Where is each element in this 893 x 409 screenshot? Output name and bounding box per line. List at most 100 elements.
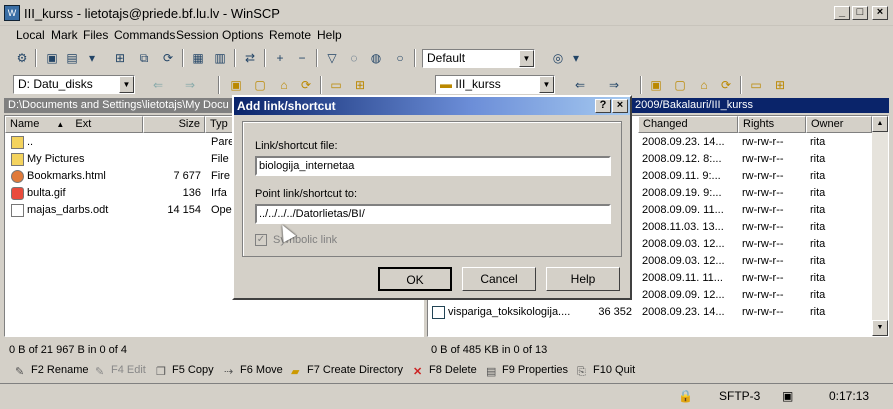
queue-list-icon[interactable]: ▥ <box>210 49 230 67</box>
link-file-label: Link/shortcut file: <box>255 140 338 152</box>
owner-cell: rita <box>810 272 826 284</box>
dialog-close-icon[interactable]: × <box>612 99 628 113</box>
cancel-button[interactable]: Cancel <box>462 267 536 291</box>
col-owner[interactable]: Owner <box>806 116 872 133</box>
tree-icon[interactable]: ⊞ <box>350 76 370 94</box>
tree-icon[interactable]: ⊞ <box>770 76 790 94</box>
rights-cell: rw-rw-r-- <box>742 187 784 199</box>
f2-rename-button[interactable]: ✎ F2 Rename <box>15 362 88 378</box>
refresh-icon[interactable]: ⟳ <box>158 49 178 67</box>
col-name[interactable]: Name ▲ Ext <box>5 116 143 133</box>
f8-delete-button[interactable]: ✕ F8 Delete <box>413 362 477 378</box>
list-item[interactable]: Bookmarks.html <box>11 168 106 185</box>
list-item[interactable]: .. <box>11 134 33 151</box>
link-file-input[interactable]: biologija_internetaa <box>255 156 611 176</box>
f5-copy-button[interactable]: ❐ F5 Copy <box>156 362 214 378</box>
scroll-up-arrow[interactable]: ▲ <box>872 116 888 132</box>
back-icon[interactable]: ⇐ <box>148 76 168 94</box>
chevron-down-icon[interactable]: ▼ <box>539 76 554 93</box>
home-icon[interactable]: ⌂ <box>694 76 714 94</box>
terminal-dropdown-icon[interactable]: ▾ <box>82 49 102 67</box>
owner-cell: rita <box>810 153 826 165</box>
owner-cell: rita <box>810 289 826 301</box>
link-target-input[interactable]: ../../../../Datorlietas/BI/ <box>255 204 611 224</box>
f9-properties-button[interactable]: ▤ F9 Properties <box>486 362 568 378</box>
root-dir-icon[interactable]: ▢ <box>250 76 270 94</box>
list-item[interactable]: bulta.gif <box>11 185 66 202</box>
col-size[interactable]: Size <box>143 116 205 133</box>
home-icon[interactable]: ⌂ <box>274 76 294 94</box>
symbolic-link-checkbox[interactable]: ✓ <box>255 234 267 246</box>
col-changed[interactable]: Changed <box>638 116 738 133</box>
close-window-button[interactable]: × <box>872 6 888 20</box>
queue-icon[interactable]: ▦ <box>188 49 208 67</box>
parent-dir-icon[interactable]: ▣ <box>226 76 246 94</box>
transfer-settings-combo[interactable]: Default ▼ <box>422 49 535 68</box>
chevron-down-icon[interactable]: ▼ <box>119 76 134 93</box>
irfanview-icon <box>11 186 24 200</box>
col-rights[interactable]: Rights <box>738 116 806 133</box>
list-item[interactable]: My Pictures <box>11 151 84 168</box>
root-dir-icon[interactable]: ▢ <box>670 76 690 94</box>
synchronize-icon[interactable]: ⧉ <box>134 49 154 67</box>
terminal-icon[interactable]: ▤ <box>62 49 82 67</box>
rights-cell: rw-rw-r-- <box>742 221 784 233</box>
remote-dir-combo[interactable]: ▬ III_kurss ▼ <box>435 75 555 94</box>
refresh-icon[interactable]: ⟳ <box>716 76 736 94</box>
dialog-help-icon[interactable]: ? <box>595 99 611 113</box>
back-icon[interactable]: ⇐ <box>570 76 590 94</box>
invert-icon[interactable]: ◍ <box>366 49 386 67</box>
globe-dropdown-icon[interactable]: ▾ <box>566 49 586 67</box>
menu-mark[interactable]: Mark <box>51 28 78 42</box>
minimize-button[interactable]: _ <box>834 6 850 20</box>
select-remove-icon[interactable]: − <box>292 49 312 67</box>
f10-quit-button[interactable]: ⎘ F10 Quit <box>577 362 635 378</box>
menu-session[interactable]: Session <box>176 28 219 42</box>
forward-icon[interactable]: ⇒ <box>180 76 200 94</box>
ok-button[interactable]: OK <box>378 267 452 291</box>
local-drive-combo[interactable]: D: Datu_disks ▼ <box>13 75 135 94</box>
open-folder-icon[interactable]: ▭ <box>746 76 766 94</box>
file-type: Irfa <box>211 187 227 199</box>
clear-icon[interactable]: ○ <box>390 49 410 67</box>
compare-dirs-icon[interactable]: ⊞ <box>110 49 130 67</box>
select-add-icon[interactable]: + <box>270 49 290 67</box>
scroll-down-arrow[interactable]: ▼ <box>872 320 888 336</box>
globe-icon[interactable]: ◎ <box>548 49 568 67</box>
owner-cell: rita <box>810 170 826 182</box>
list-item[interactable]: majas_darbs.odt <box>11 202 108 219</box>
list-item[interactable]: vispariga_toksikologija.... <box>432 304 570 321</box>
help-button[interactable]: Help <box>546 267 620 291</box>
f7-create-directory-button[interactable]: ▰ F7 Create Directory <box>291 362 403 378</box>
f6-move-button[interactable]: ⇢ F6 Move <box>224 362 283 378</box>
transfer-icon[interactable]: ⇄ <box>240 49 260 67</box>
transfer-settings-value: Default <box>427 51 466 65</box>
maximize-button[interactable]: □ <box>852 6 868 20</box>
menu-remote[interactable]: Remote <box>269 28 311 42</box>
mask-icon[interactable]: ◌ <box>344 49 364 67</box>
chevron-down-icon[interactable]: ▼ <box>519 50 534 67</box>
open-folder-icon[interactable]: ▭ <box>326 76 346 94</box>
link-target-label: Point link/shortcut to: <box>255 188 358 200</box>
menu-commands[interactable]: Commands <box>114 28 175 42</box>
changed-cell: 2008.09.11. 9:... <box>642 170 721 182</box>
remote-scrollbar[interactable]: ▲ ▼ <box>872 116 888 336</box>
filter-icon[interactable]: ▽ <box>322 49 342 67</box>
dialog-groupbox: Link/shortcut file: biologija_internetaa… <box>242 121 622 257</box>
changed-cell: 2008.11.03. 13... <box>642 221 724 233</box>
parent-dir-icon[interactable]: ▣ <box>646 76 666 94</box>
forward-icon[interactable]: ⇒ <box>604 76 624 94</box>
console-icon[interactable]: ▣ <box>42 49 62 67</box>
rights-cell: rw-rw-r-- <box>742 238 784 250</box>
dialog-titlebar: Add link/shortcut <box>234 97 630 115</box>
f4-edit-button[interactable]: ✎ F4 Edit <box>95 362 146 378</box>
menu-options[interactable]: Options <box>222 28 263 42</box>
parent-folder-icon <box>11 135 24 149</box>
file-size: 36 352 <box>598 306 632 318</box>
preferences-icon[interactable]: ⚙ <box>12 49 32 67</box>
refresh-icon[interactable]: ⟳ <box>296 76 316 94</box>
menu-bar: Local Mark Files Commands Session Option… <box>0 26 893 45</box>
menu-local[interactable]: Local <box>16 28 45 42</box>
menu-files[interactable]: Files <box>83 28 108 42</box>
menu-help[interactable]: Help <box>317 28 342 42</box>
